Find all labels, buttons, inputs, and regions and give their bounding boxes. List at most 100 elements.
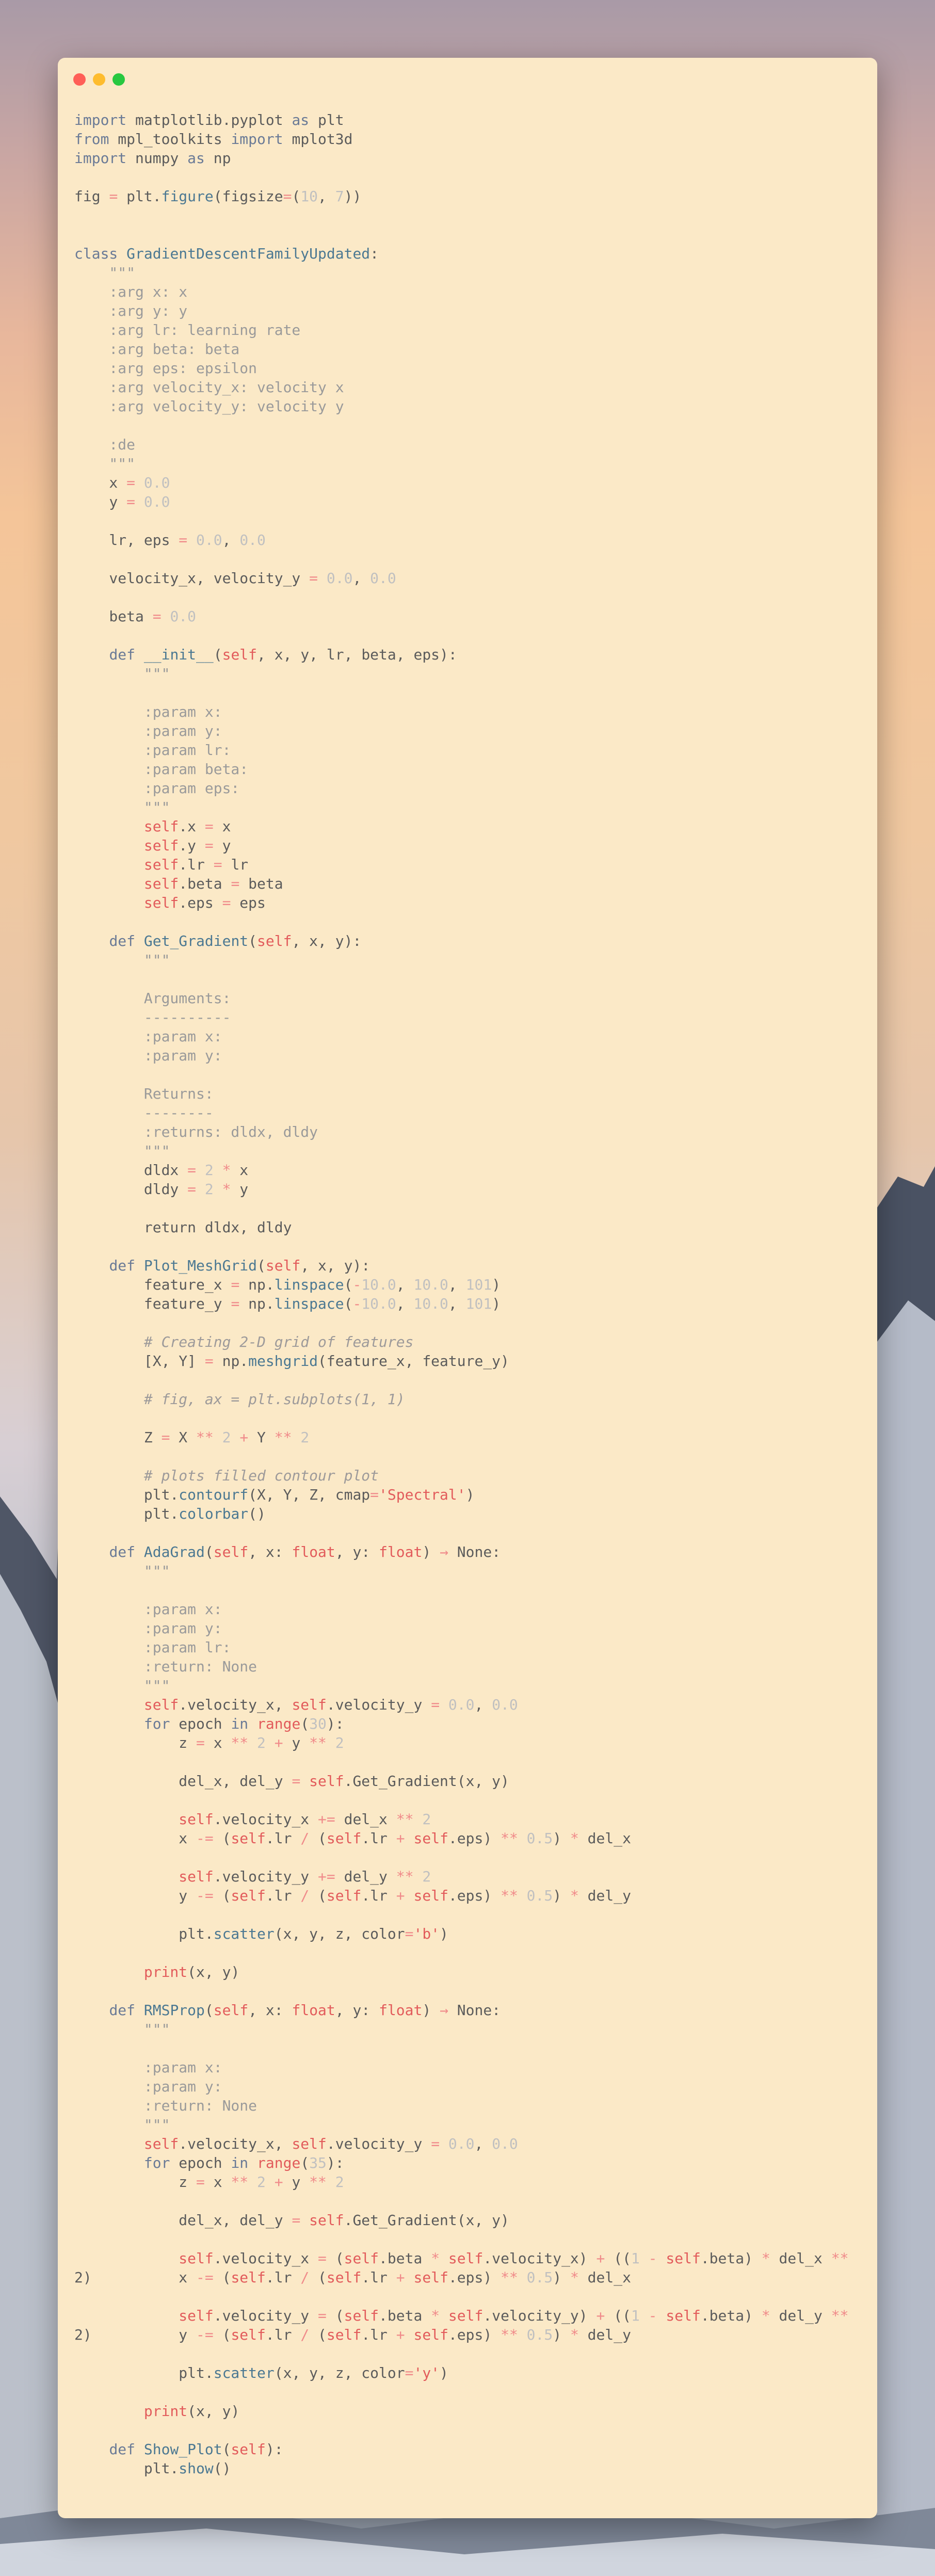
code-token: = — [292, 1773, 301, 1790]
code-token: self — [222, 646, 257, 663]
code-token: 2 — [422, 1811, 431, 1828]
code-token: 2) — [74, 2269, 92, 2286]
code-token: .lr — [265, 1887, 301, 1904]
code-token: ( — [326, 2250, 344, 2267]
code-token: ( — [213, 1887, 231, 1904]
code-token: 0.5 — [526, 1887, 553, 1904]
code-token: .eps) — [448, 1830, 501, 1847]
code-token: float — [292, 2002, 335, 2019]
code-token: (X, Y, Z, cmap — [248, 1486, 370, 1503]
close-button[interactable] — [73, 73, 86, 86]
code-token: y — [74, 493, 127, 510]
code-token: 30 — [309, 1715, 327, 1732]
code-token: self — [326, 1830, 362, 1847]
code-token: x — [74, 474, 127, 491]
code-token: .lr — [361, 1887, 396, 1904]
code-token: Returns: — [74, 1085, 214, 1102]
code-line: self.x = x — [74, 817, 857, 836]
code-token: """ — [74, 1563, 170, 1580]
code-line: :arg velocity_x: velocity x — [74, 378, 857, 397]
code-token: * — [570, 1887, 579, 1904]
code-token: + — [274, 2174, 283, 2191]
code-token: :param x: — [74, 2059, 222, 2076]
code-token: ) — [465, 1486, 475, 1503]
code-token: z — [74, 2174, 197, 2191]
code-line: plt.scatter(x, y, z, color='b') — [74, 1924, 857, 1943]
code-token: None: — [448, 1543, 501, 1560]
code-line: self.velocity_y = (self.beta * self.velo… — [74, 2306, 857, 2325]
code-line: :param y: — [74, 1619, 857, 1638]
code-token: 10.0 — [413, 1295, 448, 1312]
code-token: = — [179, 532, 188, 549]
code-line: y -= (self.lr / (self.lr + self.eps) ** … — [74, 1886, 857, 1905]
code-token: + — [396, 1887, 405, 1904]
code-token: epoch — [170, 2154, 231, 2171]
code-line: plt.scatter(x, y, z, color='y') — [74, 2363, 857, 2382]
code-token: * — [431, 2307, 440, 2324]
zoom-button[interactable] — [112, 73, 125, 86]
code-token: , x: — [248, 1543, 292, 1560]
code-line: del_x, del_y = self.Get_Gradient(x, y) — [74, 2211, 857, 2230]
code-line: """ — [74, 454, 857, 473]
code-line: dldy = 2 * y — [74, 1180, 857, 1199]
code-token: .lr — [265, 2326, 301, 2343]
code-token: self — [143, 818, 179, 835]
code-line: x -= (self.lr / (self.lr + self.eps) ** … — [74, 1829, 857, 1848]
code-token: .eps) — [448, 2326, 501, 2343]
code-line: :param lr: — [74, 740, 857, 760]
code-line: """ — [74, 2115, 857, 2134]
code-token: , x: — [248, 2002, 292, 2019]
code-token: 0.0 — [143, 474, 170, 491]
code-token: = — [431, 1696, 440, 1713]
code-token: :param beta: — [74, 761, 249, 778]
code-token: self — [326, 2269, 362, 2286]
code-token: 101 — [465, 1276, 492, 1293]
code-line: """ — [74, 798, 857, 817]
code-token: - — [648, 2250, 657, 2267]
code-token: ( — [344, 1276, 353, 1293]
code-token: 0.0 — [239, 532, 266, 549]
code-token: + — [396, 2326, 405, 2343]
code-token: np — [204, 150, 231, 167]
code-token: :param x: — [74, 1028, 222, 1045]
code-line: """ — [74, 263, 857, 282]
code-token: 2 — [422, 1868, 431, 1885]
code-token: contourf — [179, 1486, 249, 1503]
minimize-button[interactable] — [93, 73, 105, 86]
code-token: = — [431, 2135, 440, 2152]
code-line: def Show_Plot(self): — [74, 2440, 857, 2459]
code-token: plt — [309, 111, 344, 128]
code-line: :arg y: y — [74, 301, 857, 320]
code-token: def — [109, 2441, 136, 2458]
code-token: self — [326, 2326, 362, 2343]
code-token: """ — [74, 665, 170, 682]
code-token: ** — [501, 2269, 518, 2286]
code-token: x — [91, 2269, 197, 2286]
code-line: self.velocity_y += del_y ** 2 — [74, 1867, 857, 1886]
code-token: + — [396, 2269, 405, 2286]
code-token: 10.0 — [361, 1295, 396, 1312]
code-token: , — [352, 570, 370, 587]
code-token: 0.5 — [526, 1830, 553, 1847]
code-token: self — [179, 2307, 214, 2324]
code-token: 10 — [300, 188, 318, 205]
code-line: Z = X ** 2 + Y ** 2 — [74, 1428, 857, 1447]
